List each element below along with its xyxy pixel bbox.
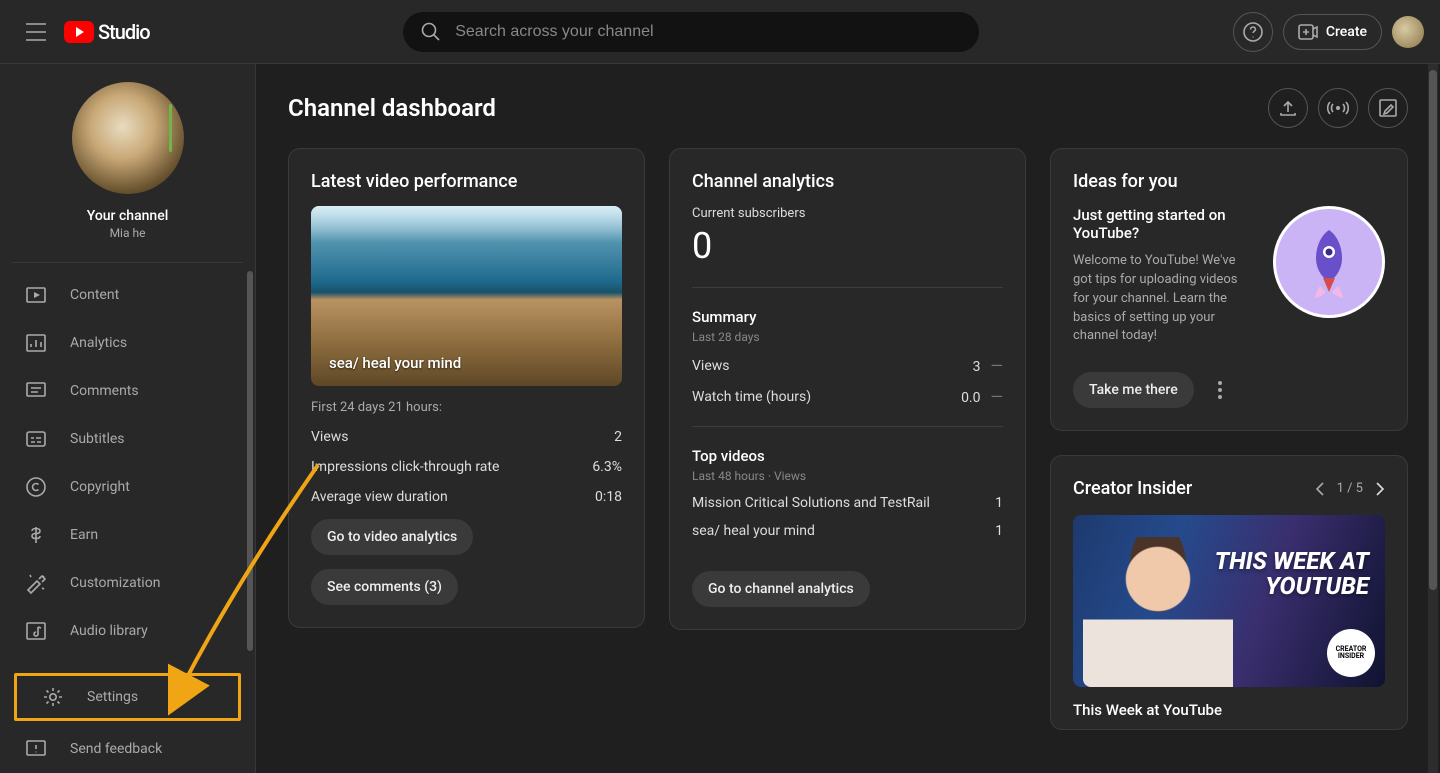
chevron-right-icon[interactable] xyxy=(1375,482,1385,496)
feedback-label: Send feedback xyxy=(70,741,162,757)
nav-label: Copyright xyxy=(70,479,130,495)
logo-text: Studio xyxy=(98,20,150,44)
channel-analytics-button[interactable]: Go to channel analytics xyxy=(692,571,870,607)
take-me-there-button[interactable]: Take me there xyxy=(1073,372,1194,408)
ideas-heading: Ideas for you xyxy=(1073,171,1385,192)
stat-row: Average view duration 0:18 xyxy=(311,489,622,505)
sidebar-item-subtitles[interactable]: Subtitles xyxy=(0,415,255,463)
menu-icon[interactable] xyxy=(16,12,56,52)
top-video-row[interactable]: sea/ heal your mind 1 xyxy=(692,523,1003,539)
edit-button[interactable] xyxy=(1368,88,1408,128)
earn-icon xyxy=(24,523,48,547)
video-analytics-button[interactable]: Go to video analytics xyxy=(311,519,473,555)
create-label: Create xyxy=(1326,24,1367,40)
sidebar-item-audio-library[interactable]: Audio library xyxy=(0,607,255,655)
latest-heading: Latest video performance xyxy=(311,171,622,192)
top-videos-period: Last 48 hours · Views xyxy=(692,469,1003,483)
audio-icon xyxy=(24,619,48,643)
analytics-heading: Channel analytics xyxy=(692,171,1003,192)
current-subs-value: 0 xyxy=(692,225,1003,267)
account-avatar[interactable] xyxy=(1392,16,1424,48)
sidebar-item-customization[interactable]: Customization xyxy=(0,559,255,607)
insider-caption: This Week at YouTube xyxy=(1073,701,1385,719)
search-input[interactable] xyxy=(455,23,961,41)
youtube-icon xyxy=(64,21,94,43)
sidebar-item-earn[interactable]: Earn xyxy=(0,511,255,559)
go-live-button[interactable] xyxy=(1318,88,1358,128)
sidebar-item-content[interactable]: Content xyxy=(0,271,255,319)
page-title: Channel dashboard xyxy=(288,94,496,122)
latest-video-card: Latest video performance sea/ heal your … xyxy=(288,148,645,628)
content-icon xyxy=(24,283,48,307)
see-comments-button[interactable]: See comments (3) xyxy=(311,569,458,605)
main-content: Channel dashboard Latest video performan… xyxy=(256,64,1440,773)
create-button[interactable]: Create xyxy=(1283,14,1382,50)
summary-title: Summary xyxy=(692,308,1003,326)
studio-logo[interactable]: Studio xyxy=(64,20,150,44)
ideas-card: Ideas for you Just getting started on Yo… xyxy=(1050,148,1408,431)
search-icon xyxy=(421,22,441,42)
nav-label: Earn xyxy=(70,527,98,543)
insider-heading: Creator Insider xyxy=(1073,478,1192,499)
nav-label: Comments xyxy=(70,383,139,399)
insider-thumbnail[interactable]: THIS WEEK AT YOUTUBE CREATOR INSIDER xyxy=(1073,515,1385,687)
sidebar-item-comments[interactable]: Comments xyxy=(0,367,255,415)
search-box[interactable] xyxy=(403,12,979,52)
analytics-icon xyxy=(24,331,48,355)
nav-label: Customization xyxy=(70,575,160,591)
channel-analytics-card: Channel analytics Current subscribers 0 … xyxy=(669,148,1026,630)
main-scrollbar[interactable] xyxy=(1428,64,1438,773)
video-thumbnail[interactable]: sea/ heal your mind xyxy=(311,206,622,386)
customization-icon xyxy=(24,571,48,595)
sidebar-item-settings[interactable]: Settings xyxy=(14,673,241,721)
channel-name: Mia he xyxy=(110,226,146,240)
latest-period: First 24 days 21 hours: xyxy=(311,400,622,415)
create-icon xyxy=(1298,24,1318,40)
sidebar-item-copyright[interactable]: Copyright xyxy=(0,463,255,511)
sidebar-item-analytics[interactable]: Analytics xyxy=(0,319,255,367)
top-video-row[interactable]: Mission Critical Solutions and TestRail … xyxy=(692,495,1003,511)
sidebar-scrollbar[interactable] xyxy=(247,271,253,651)
stat-row: Views 2 xyxy=(311,429,622,445)
edit-icon xyxy=(1378,98,1398,118)
comments-icon xyxy=(24,379,48,403)
nav-label: Content xyxy=(70,287,119,303)
rocket-icon xyxy=(1273,206,1385,318)
video-title: sea/ heal your mind xyxy=(329,354,461,372)
ideas-body: Welcome to YouTube! We've got tips for u… xyxy=(1073,252,1257,346)
stat-row: Impressions click-through rate 6.3% xyxy=(311,459,622,475)
current-subs-label: Current subscribers xyxy=(692,206,1003,221)
sidebar-item-feedback[interactable]: Send feedback xyxy=(0,725,255,773)
live-icon xyxy=(1327,98,1349,118)
summary-row: Watch time (hours) 0.0— xyxy=(692,387,1003,406)
nav-label: Audio library xyxy=(70,623,148,639)
help-icon[interactable] xyxy=(1233,12,1273,52)
creator-insider-card: Creator Insider 1 / 5 xyxy=(1050,455,1408,730)
your-channel-label: Your channel xyxy=(87,208,169,224)
app-header: Studio Create xyxy=(0,0,1440,64)
nav-label: Analytics xyxy=(70,335,127,351)
gear-icon xyxy=(41,685,65,709)
chevron-left-icon[interactable] xyxy=(1315,482,1325,496)
more-icon[interactable] xyxy=(1208,378,1232,402)
upload-icon xyxy=(1278,98,1298,118)
insider-pager: 1 / 5 xyxy=(1315,481,1385,496)
upload-button[interactable] xyxy=(1268,88,1308,128)
settings-label: Settings xyxy=(87,689,138,705)
summary-row: Views 3— xyxy=(692,356,1003,375)
copyright-icon xyxy=(24,475,48,499)
nav-label: Subtitles xyxy=(70,431,125,447)
subtitles-icon xyxy=(24,427,48,451)
feedback-icon xyxy=(24,737,48,761)
channel-avatar[interactable] xyxy=(72,82,184,194)
insider-badge: CREATOR INSIDER xyxy=(1327,629,1375,677)
ideas-title: Just getting started on YouTube? xyxy=(1073,206,1257,242)
sidebar: Your channel Mia he Content Analytics Co… xyxy=(0,64,256,773)
top-videos-title: Top videos xyxy=(692,447,1003,465)
pager-text: 1 / 5 xyxy=(1337,481,1363,496)
summary-period: Last 28 days xyxy=(692,330,1003,344)
